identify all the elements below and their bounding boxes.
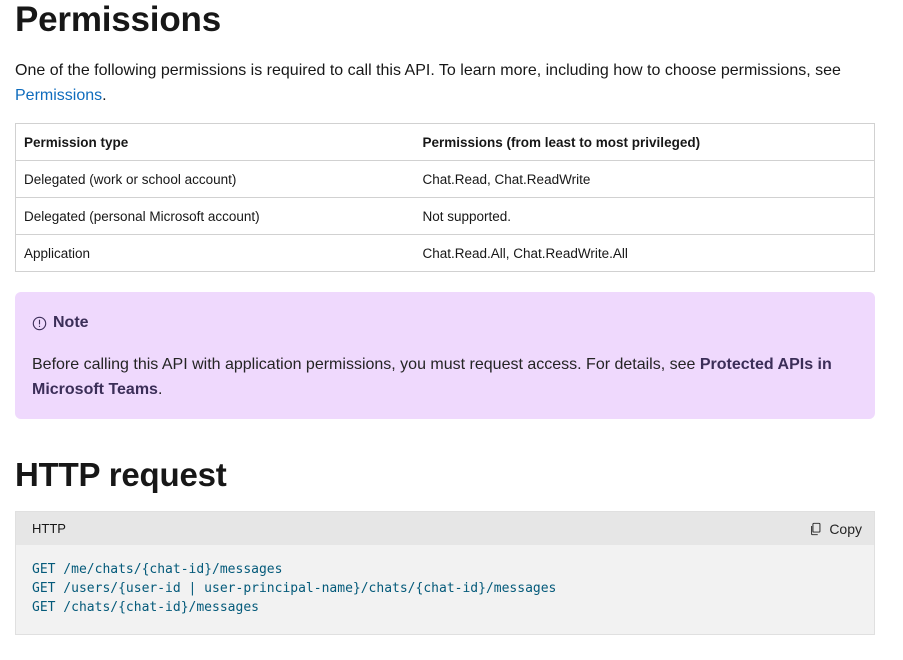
table-row: Delegated (work or school account) Chat.…	[15, 160, 875, 198]
table-cell: Delegated (personal Microsoft account)	[15, 197, 415, 235]
intro-text: One of the following permissions is requ…	[15, 62, 841, 79]
code-content: GET /me/chats/{chat-id}/messages GET /us…	[16, 545, 874, 617]
copy-button[interactable]: Copy	[809, 521, 862, 537]
code-language-label: HTTP	[32, 521, 66, 536]
table-cell: Not supported.	[414, 197, 875, 235]
permissions-link[interactable]: Permissions	[15, 87, 102, 104]
note-header: Note	[32, 312, 858, 334]
table-cell: Chat.Read, Chat.ReadWrite	[414, 160, 875, 198]
table-row: Application Chat.Read.All, Chat.ReadWrit…	[15, 234, 875, 272]
info-circle-icon	[32, 316, 47, 330]
table-header-row: Permission type Permissions (from least …	[15, 123, 875, 161]
http-request-heading: HTTP request	[15, 456, 227, 493]
table-row: Delegated (personal Microsoft account) N…	[15, 197, 875, 235]
note-callout: Note Before calling this API with applic…	[15, 292, 875, 419]
code-line: GET /chats/{chat-id}/messages	[32, 600, 259, 615]
permissions-intro: One of the following permissions is requ…	[15, 58, 875, 108]
code-block: HTTP Copy GET /me/chats/{chat-id}/messag…	[15, 511, 875, 635]
note-text: Before calling this API with application…	[32, 356, 696, 373]
table-cell: Chat.Read.All, Chat.ReadWrite.All	[414, 234, 875, 272]
permissions-table: Permission type Permissions (from least …	[15, 123, 875, 272]
note-title: Note	[53, 314, 89, 331]
header-permission-type: Permission type	[15, 123, 415, 161]
code-header: HTTP Copy	[16, 512, 874, 545]
code-line: GET /users/{user-id | user-principal-nam…	[32, 581, 557, 596]
table-cell: Delegated (work or school account)	[15, 160, 415, 198]
header-permissions: Permissions (from least to most privileg…	[414, 123, 875, 161]
intro-period: .	[102, 87, 107, 104]
code-line: GET /me/chats/{chat-id}/messages	[32, 562, 283, 577]
copy-label: Copy	[829, 520, 862, 537]
permissions-heading: Permissions	[15, 0, 221, 39]
docs-page: Permissions One of the following permiss…	[0, 0, 903, 660]
table-cell: Application	[15, 234, 415, 272]
note-period: .	[157, 381, 163, 398]
note-body: Before calling this API with application…	[32, 352, 858, 402]
copy-icon	[811, 522, 821, 535]
